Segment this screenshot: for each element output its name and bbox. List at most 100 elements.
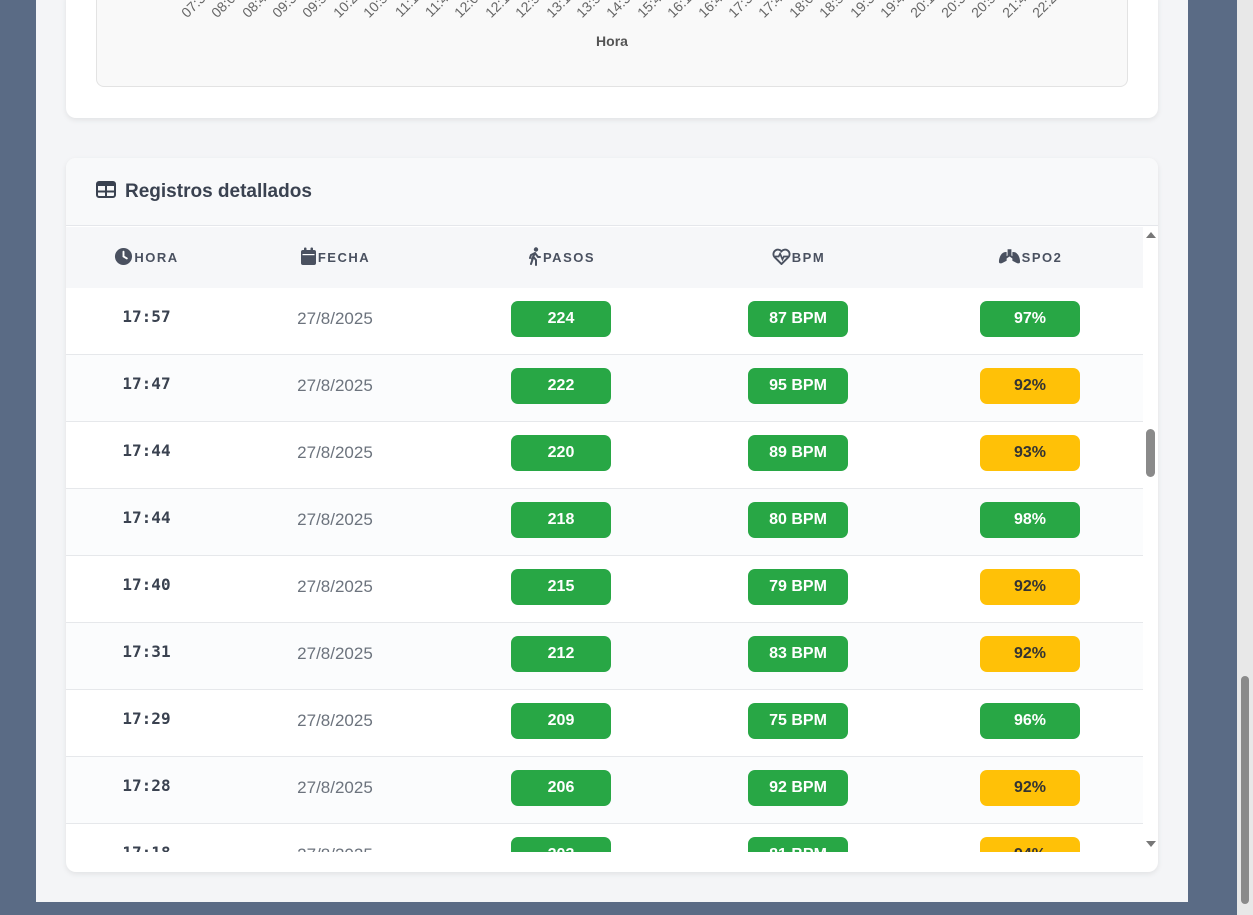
steps-badge: 203 xyxy=(511,837,611,852)
spo2-badge: 92% xyxy=(980,569,1080,605)
bpm-badge: 95 BPM xyxy=(748,368,848,404)
scroll-up-arrow-icon[interactable] xyxy=(1146,232,1156,238)
table-body: 17:57 27/8/2025 224 87 BPM 97% 17:47 27/8/2025… xyxy=(66,288,1143,852)
x-axis-title: Hora xyxy=(596,33,628,49)
x-tick-label: 09:3 xyxy=(268,0,300,21)
table-row[interactable]: 17:44 27/8/2025 220 89 BPM 93% xyxy=(66,422,1143,489)
cell-time: 17:44 xyxy=(122,508,171,527)
steps-badge: 220 xyxy=(511,435,611,471)
table-row[interactable]: 17:40 27/8/2025 215 79 BPM 92% xyxy=(66,556,1143,623)
page-scrollbar[interactable] xyxy=(1237,0,1253,915)
records-card: Registros detallados HORA FECHA PASOS BP… xyxy=(66,158,1158,872)
steps-badge: 209 xyxy=(511,703,611,739)
calendar-icon xyxy=(300,247,318,269)
cell-date: 27/8/2025 xyxy=(297,510,373,529)
steps-badge: 215 xyxy=(511,569,611,605)
cell-date: 27/8/2025 xyxy=(297,443,373,462)
table-row[interactable]: 17:57 27/8/2025 224 87 BPM 97% xyxy=(66,288,1143,355)
x-tick-label: 12:1 xyxy=(481,0,513,21)
records-scrollbar[interactable] xyxy=(1143,227,1158,852)
steps-badge: 218 xyxy=(511,502,611,538)
spo2-badge: 92% xyxy=(980,770,1080,806)
table-row[interactable]: 17:29 27/8/2025 209 75 BPM 96% xyxy=(66,690,1143,757)
records-scrollbar-thumb[interactable] xyxy=(1146,429,1155,477)
x-tick-label: 09:5 xyxy=(299,0,330,21)
x-tick-label: 12:0 xyxy=(451,0,482,21)
cell-time: 17:28 xyxy=(122,776,171,795)
table-row[interactable]: 17:28 27/8/2025 206 92 BPM 92% xyxy=(66,757,1143,824)
cell-date: 27/8/2025 xyxy=(297,778,373,797)
spo2-badge: 92% xyxy=(980,368,1080,404)
x-tick-label: 17:4 xyxy=(755,0,786,21)
spo2-badge: 96% xyxy=(980,703,1080,739)
cell-time: 17:40 xyxy=(122,575,171,594)
x-tick-label: 10:5 xyxy=(360,0,391,21)
x-tick-label: 07:3 xyxy=(177,0,209,21)
table-row[interactable]: 17:31 27/8/2025 212 83 BPM 92% xyxy=(66,623,1143,690)
chart-card: 07:3 08:0 08:4 09:3 09:5 10:2 10:5 11:1 11:4 12:0… xyxy=(66,0,1158,118)
x-tick-label: 19:3 xyxy=(846,0,878,21)
table-row[interactable]: 17:44 27/8/2025 218 80 BPM 98% xyxy=(66,489,1143,556)
chart-area: 07:3 08:0 08:4 09:3 09:5 10:2 10:5 11:1 11:4 12:0… xyxy=(96,0,1128,87)
spo2-badge: 93% xyxy=(980,435,1080,471)
cell-date: 27/8/2025 xyxy=(297,309,373,328)
x-tick-label: 12:5 xyxy=(512,0,543,21)
cell-time: 17:31 xyxy=(122,642,171,661)
records-title: Registros detallados xyxy=(125,180,312,202)
cell-time: 17:18 xyxy=(66,843,227,852)
lungs-icon xyxy=(998,247,1022,268)
x-tick-label: 17:3 xyxy=(724,0,756,21)
table-icon xyxy=(96,180,116,203)
column-header-time[interactable]: HORA xyxy=(66,227,227,288)
x-tick-label: 08:4 xyxy=(238,0,270,21)
spo2-badge: 94% xyxy=(980,837,1080,852)
steps-badge: 212 xyxy=(511,636,611,672)
spo2-badge: 92% xyxy=(980,636,1080,672)
bpm-badge: 79 BPM xyxy=(748,569,848,605)
x-tick-label: 16:4 xyxy=(694,0,726,21)
x-tick-label: 16:1 xyxy=(664,0,695,21)
cell-date: 27/8/2025 xyxy=(227,845,443,852)
main-panel: 07:3 08:0 08:4 09:3 09:5 10:2 10:5 11:1 11:4 12:0… xyxy=(36,0,1188,902)
cell-time: 17:47 xyxy=(122,374,171,393)
column-header-spo2[interactable]: SPO2 xyxy=(917,227,1143,288)
x-tick-label: 08:0 xyxy=(208,0,239,21)
cell-date: 27/8/2025 xyxy=(297,376,373,395)
column-header-bpm[interactable]: BPM xyxy=(680,227,917,288)
x-tick-label: 11:1 xyxy=(391,0,422,20)
bpm-badge: 75 BPM xyxy=(748,703,848,739)
page-scrollbar-thumb[interactable] xyxy=(1241,676,1249,904)
bpm-badge: 81 BPM xyxy=(748,837,848,852)
bpm-badge: 92 BPM xyxy=(748,770,848,806)
x-tick-label: 21:4 xyxy=(998,0,1030,21)
cell-time: 17:44 xyxy=(122,441,171,460)
x-tick-label: 19:4 xyxy=(876,0,908,21)
cell-time: 17:57 xyxy=(122,307,171,326)
x-tick-label: 22:2 xyxy=(1028,0,1060,21)
spo2-badge: 98% xyxy=(980,502,1080,538)
table-row[interactable]: 17:47 27/8/2025 222 95 BPM 92% xyxy=(66,355,1143,422)
bpm-badge: 83 BPM xyxy=(748,636,848,672)
x-tick-label: 15:4 xyxy=(633,0,665,21)
table-row[interactable]: 17:1827/8/2025 203 81 BPM 94% xyxy=(66,824,1143,852)
x-tick-label: 18:0 xyxy=(785,0,817,21)
records-scroll-area[interactable]: HORA FECHA PASOS BPM SPO2 17:57 27/8/202… xyxy=(66,227,1158,852)
steps-badge: 206 xyxy=(511,770,611,806)
x-tick-label: 10:2 xyxy=(329,0,361,21)
records-header: Registros detallados xyxy=(66,158,1158,226)
scroll-down-arrow-icon[interactable] xyxy=(1146,841,1156,847)
x-tick-label: 20:1 xyxy=(907,0,938,21)
x-tick-label: 14:3 xyxy=(603,0,634,21)
clock-icon xyxy=(114,247,134,269)
column-header-steps[interactable]: PASOS xyxy=(443,227,680,288)
walking-icon xyxy=(528,246,543,269)
table-header-row: HORA FECHA PASOS BPM SPO2 xyxy=(66,227,1143,288)
bpm-badge: 89 BPM xyxy=(748,435,848,471)
x-tick-label: 20:5 xyxy=(968,0,999,21)
cell-date: 27/8/2025 xyxy=(297,644,373,663)
cell-date: 27/8/2025 xyxy=(297,711,373,730)
column-header-date[interactable]: FECHA xyxy=(227,227,443,288)
spo2-badge: 97% xyxy=(980,301,1080,337)
steps-badge: 222 xyxy=(511,368,611,404)
x-tick-label: 18:5 xyxy=(816,0,847,21)
